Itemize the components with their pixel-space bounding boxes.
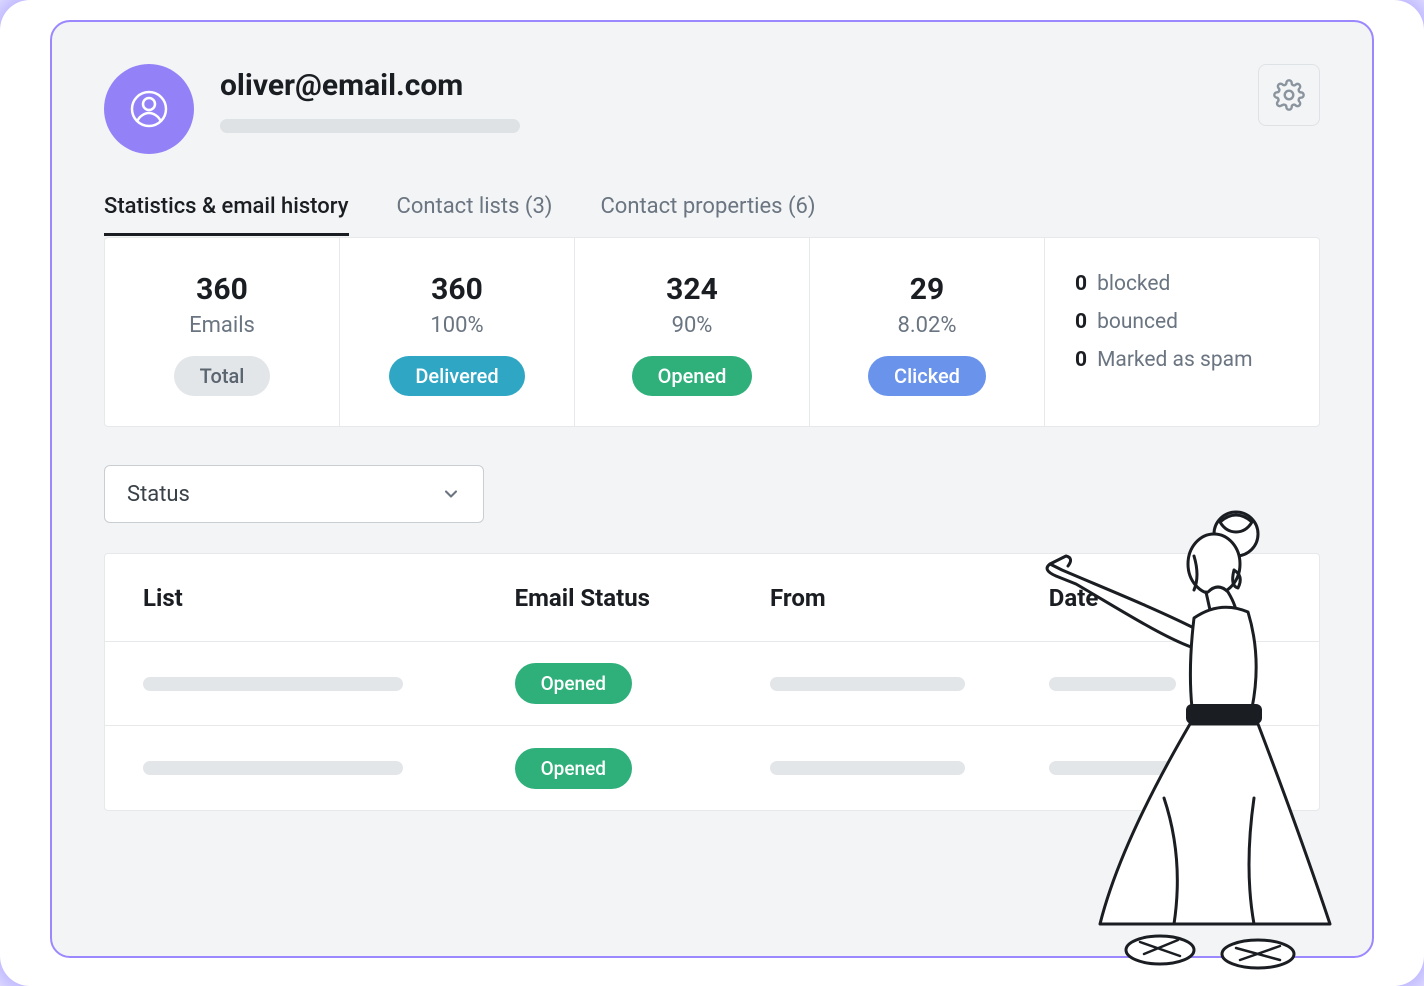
stat-opened: 324 90% Opened [575, 238, 810, 426]
stat-bounced: 0 bounced [1075, 310, 1289, 334]
status-badge: Opened [515, 663, 632, 704]
stat-blocked: 0 blocked [1075, 272, 1289, 296]
chevron-down-icon [441, 484, 461, 504]
col-list: List [143, 584, 515, 612]
stat-total-pill: Total [174, 356, 271, 396]
profile-email: oliver@email.com [220, 68, 1232, 103]
email-history-table: List Email Status From Date Opened Opene… [104, 553, 1320, 811]
stat-spam: 0 Marked as spam [1075, 348, 1289, 372]
stat-total-sub: Emails [115, 313, 329, 338]
stat-clicked-sub: 8.02% [820, 313, 1034, 338]
cell-placeholder [1049, 761, 1177, 775]
status-filter-label: Status [127, 482, 190, 507]
stat-opened-sub: 90% [585, 313, 799, 338]
cell-placeholder [143, 677, 403, 691]
tabs: Statistics & email history Contact lists… [104, 194, 1320, 237]
stat-delivered: 360 100% Delivered [340, 238, 575, 426]
stat-delivered-value: 360 [350, 272, 564, 307]
stat-total: 360 Emails Total [105, 238, 340, 426]
settings-button[interactable] [1258, 64, 1320, 126]
col-status: Email Status [515, 584, 770, 612]
cell-placeholder [1049, 677, 1177, 691]
stat-clicked-value: 29 [820, 272, 1034, 307]
table-header: List Email Status From Date [105, 554, 1319, 642]
status-filter-dropdown[interactable]: Status [104, 465, 484, 523]
col-date: Date [1049, 584, 1281, 612]
stat-bounced-label: bounced [1097, 310, 1178, 334]
stat-spam-value: 0 [1075, 348, 1087, 372]
cell-placeholder [770, 761, 965, 775]
contact-panel: oliver@email.com Statistics & email hist… [50, 20, 1374, 958]
stat-delivered-sub: 100% [350, 313, 564, 338]
tab-contact-lists[interactable]: Contact lists (3) [397, 194, 553, 236]
cell-placeholder [770, 677, 965, 691]
status-badge: Opened [515, 748, 632, 789]
stat-extra: 0 blocked 0 bounced 0 Marked as spam [1045, 238, 1319, 426]
profile-header: oliver@email.com [104, 64, 1320, 154]
col-from: From [770, 584, 1049, 612]
tab-statistics[interactable]: Statistics & email history [104, 194, 349, 236]
stat-opened-value: 324 [585, 272, 799, 307]
stat-clicked-pill: Clicked [868, 356, 986, 396]
user-icon [129, 89, 169, 129]
stat-clicked: 29 8.02% Clicked [810, 238, 1045, 426]
tab-contact-properties[interactable]: Contact properties (6) [600, 194, 815, 236]
avatar [104, 64, 194, 154]
table-row: Opened [105, 642, 1319, 726]
stat-delivered-pill: Delivered [389, 356, 524, 396]
profile-info: oliver@email.com [220, 64, 1232, 133]
cell-placeholder [143, 761, 403, 775]
profile-subtitle-placeholder [220, 119, 520, 133]
stat-blocked-value: 0 [1075, 272, 1087, 296]
gear-icon [1273, 79, 1305, 111]
stat-spam-label: Marked as spam [1097, 348, 1252, 372]
stat-total-value: 360 [115, 272, 329, 307]
stat-bounced-value: 0 [1075, 310, 1087, 334]
stat-blocked-label: blocked [1097, 272, 1170, 296]
table-row: Opened [105, 726, 1319, 810]
stat-opened-pill: Opened [632, 356, 753, 396]
stats-row: 360 Emails Total 360 100% Delivered 324 … [104, 237, 1320, 427]
